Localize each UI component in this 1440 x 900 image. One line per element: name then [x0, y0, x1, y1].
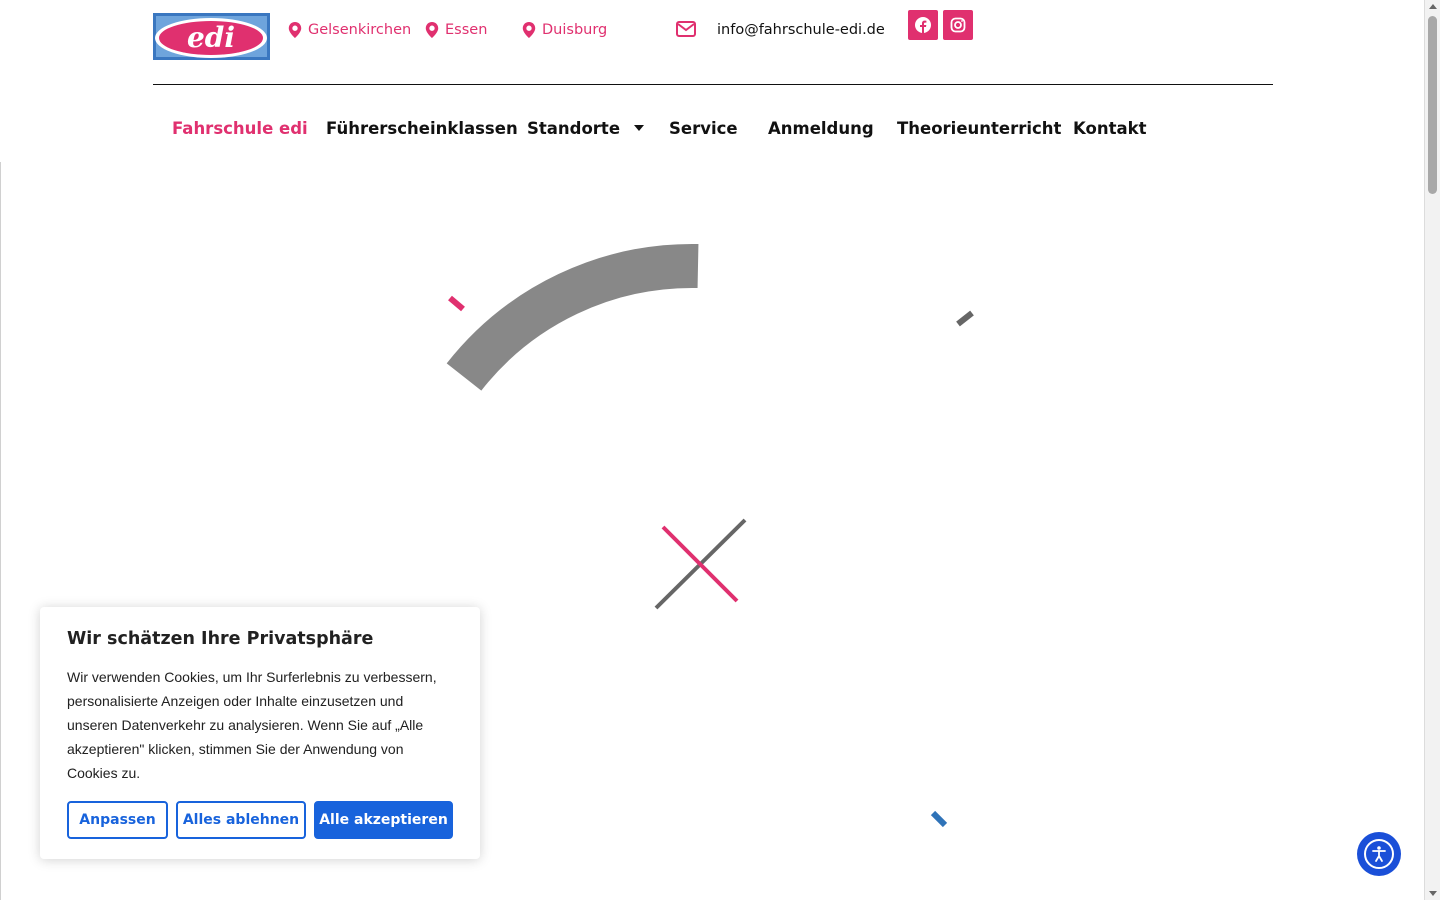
- scrollbar-thumb[interactable]: [1428, 16, 1437, 194]
- loader-arc: [446, 243, 699, 391]
- accept-all-button[interactable]: Alle akzeptieren: [314, 801, 453, 839]
- scrollbar[interactable]: [1424, 0, 1440, 900]
- cookie-text: Wir verwenden Cookies, um Ihr Surferlebn…: [67, 669, 437, 781]
- cookie-title: Wir schätzen Ihre Privatsphäre: [67, 629, 374, 649]
- cookie-consent-banner: Wir schätzen Ihre Privatsphäre Wir verwe…: [40, 607, 480, 859]
- accessibility-button[interactable]: [1357, 832, 1401, 876]
- accessibility-icon: [1372, 846, 1386, 862]
- scroll-up-arrow-icon[interactable]: [1429, 4, 1437, 9]
- loader-dash-grey: [956, 310, 974, 327]
- customize-button[interactable]: Anpassen: [67, 801, 168, 839]
- reject-all-button[interactable]: Alles ablehnen: [176, 801, 306, 839]
- loader-dash-blue: [930, 810, 948, 828]
- scroll-down-arrow-icon[interactable]: [1429, 891, 1437, 896]
- loader-dash-pink: [448, 295, 465, 312]
